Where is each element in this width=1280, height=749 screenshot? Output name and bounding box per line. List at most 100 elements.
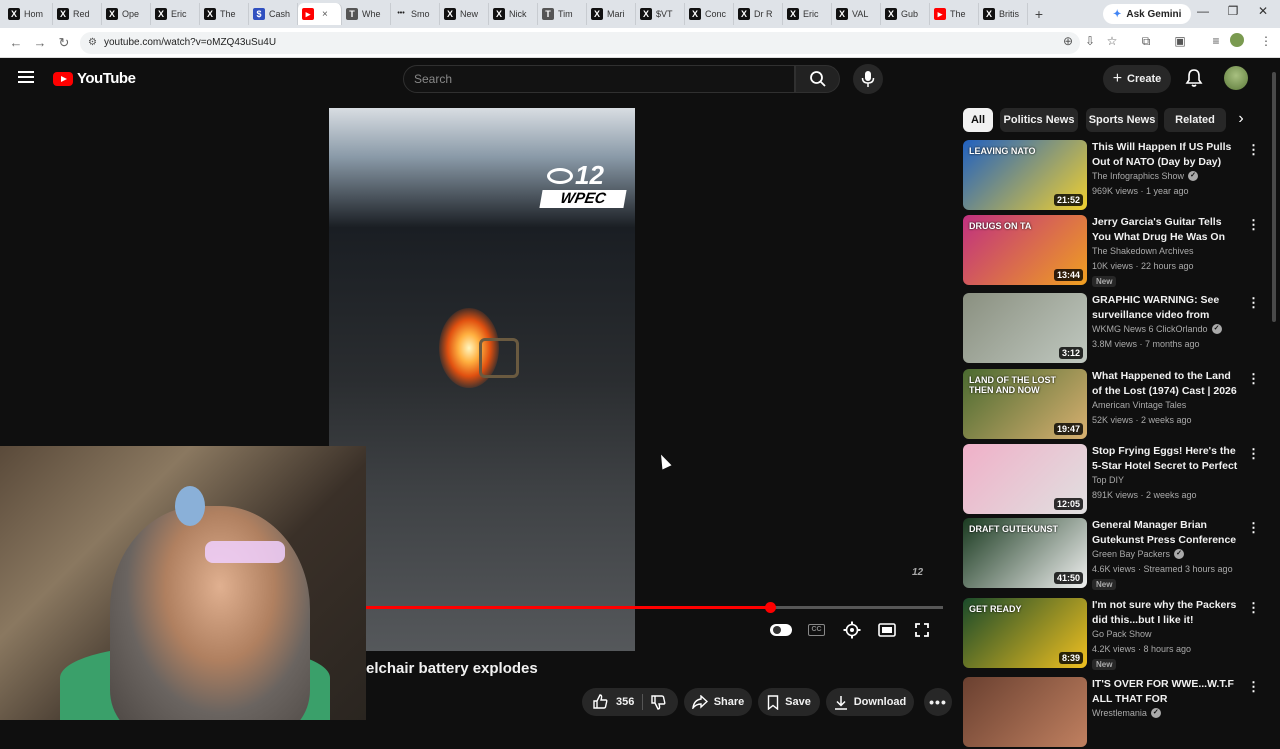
autoplay-toggle[interactable] <box>770 624 792 636</box>
recommendation-item[interactable]: LAND OF THE LOST THEN AND NOW 19:47 What H… <box>963 369 1263 441</box>
recommendation-item[interactable]: IT'S OVER FOR WWE...W.T.F ALL THAT FOR N… <box>963 677 1263 749</box>
video-thumbnail[interactable]: DRAFT GUTEKUNST 41:50 <box>963 518 1087 588</box>
more-vertical-icon[interactable]: ⋮ <box>1247 295 1260 311</box>
browser-menu-icon[interactable]: ⋮ <box>1256 34 1276 48</box>
browser-tab[interactable]: X $VT <box>636 3 685 25</box>
youtube-logo[interactable]: YouTube <box>53 70 136 87</box>
more-vertical-icon[interactable]: ⋮ <box>1247 679 1260 695</box>
channel-name[interactable]: The Infographics Show ✓ <box>1092 171 1199 181</box>
fullscreen-icon[interactable] <box>910 620 934 640</box>
browser-tab[interactable]: X Nick <box>489 3 538 25</box>
more-vertical-icon[interactable]: ⋮ <box>1247 142 1260 158</box>
browser-tab[interactable]: X Dr R <box>734 3 783 25</box>
video-thumbnail[interactable]: LAND OF THE LOST THEN AND NOW 19:47 <box>963 369 1087 439</box>
chip-politics-news[interactable]: Politics News <box>1000 108 1078 132</box>
browser-tab[interactable]: X Eric <box>151 3 200 25</box>
video-thumbnail[interactable] <box>963 677 1087 747</box>
bookmark-star-icon[interactable]: ☆ <box>1102 34 1122 48</box>
browser-tab[interactable]: T Tim <box>538 3 587 25</box>
video-progress-bar[interactable] <box>366 602 943 613</box>
video-thumbnail[interactable]: LEAVING NATO 21:52 <box>963 140 1087 210</box>
reload-icon[interactable]: ↻ <box>52 35 76 51</box>
channel-name[interactable]: Top DIY <box>1092 475 1124 485</box>
browser-tab[interactable]: X New <box>440 3 489 25</box>
channel-name[interactable]: Go Pack Show <box>1092 629 1152 639</box>
search-input[interactable]: Search <box>403 65 795 93</box>
profile-avatar-icon[interactable] <box>1230 33 1244 47</box>
browser-tab[interactable]: X Conc <box>685 3 734 25</box>
video-thumbnail[interactable]: 12:05 <box>963 444 1087 514</box>
restore-icon[interactable]: ❐ <box>1218 4 1248 18</box>
more-actions-button[interactable]: ••• <box>924 688 952 716</box>
more-vertical-icon[interactable]: ⋮ <box>1247 371 1260 387</box>
theater-mode-icon[interactable] <box>875 620 899 640</box>
dislike-button[interactable] <box>650 694 666 713</box>
video-thumbnail[interactable]: DRUGS ON TA 13:44 <box>963 215 1087 285</box>
account-avatar[interactable] <box>1224 66 1248 90</box>
browser-tab[interactable]: X Britis <box>979 3 1028 25</box>
browser-tab[interactable]: ••• Smo <box>391 3 440 25</box>
video-player[interactable]: 12 WPEC <box>329 108 635 651</box>
progress-scrubber[interactable] <box>764 602 776 613</box>
minimize-icon[interactable]: — <box>1188 4 1218 18</box>
chip-related[interactable]: Related <box>1164 108 1226 132</box>
channel-name[interactable]: WKMG News 6 ClickOrlando ✓ <box>1092 324 1222 334</box>
recommendation-item[interactable]: GET READY 8:39 I'm not sure why the Packer… <box>963 598 1263 670</box>
close-window-icon[interactable]: ✕ <box>1248 4 1278 18</box>
like-button[interactable]: 356 <box>592 694 634 710</box>
browser-tab[interactable]: X The <box>200 3 249 25</box>
channel-name[interactable]: Green Bay Packers ✓ <box>1092 549 1185 559</box>
channel-name[interactable]: American Vintage Tales <box>1092 400 1186 410</box>
browser-tab[interactable]: X Hom <box>4 3 53 25</box>
browser-tab[interactable]: X Red <box>53 3 102 25</box>
video-thumbnail[interactable]: 3:12 <box>963 293 1087 363</box>
page-scrollbar[interactable] <box>1271 60 1277 720</box>
browser-tab[interactable]: ▸ × <box>298 3 342 25</box>
chip-sports-news[interactable]: Sports News <box>1086 108 1158 132</box>
extensions-icon[interactable]: ⧉ <box>1136 34 1156 49</box>
close-tab-icon[interactable]: × <box>322 9 328 20</box>
share-button[interactable]: Share <box>684 688 752 716</box>
video-thumbnail[interactable]: GET READY 8:39 <box>963 598 1087 668</box>
recommendation-title[interactable]: Jerry Garcia's Guitar Tells You What Dru… <box>1092 215 1242 244</box>
recommendation-title[interactable]: I'm not sure why the Packers did this...… <box>1092 598 1242 627</box>
chip-all[interactable]: All <box>963 108 993 132</box>
zoom-icon[interactable]: ⊕ <box>1058 34 1078 48</box>
chevron-right-icon[interactable]: › <box>1226 110 1256 134</box>
recommendation-item[interactable]: LEAVING NATO 21:52 This Will Happen If US … <box>963 140 1263 212</box>
new-tab-button[interactable]: + <box>1028 6 1050 22</box>
browser-tab[interactable]: X Ope <box>102 3 151 25</box>
url-field[interactable]: ⚙ youtube.com/watch?v=oMZQ43uSu4U <box>80 32 1080 54</box>
browser-tab[interactable]: T Whe <box>342 3 391 25</box>
hamburger-menu-icon[interactable] <box>18 71 34 83</box>
forward-icon[interactable]: → <box>28 35 52 50</box>
recommendation-item[interactable]: 12:05 Stop Frying Eggs! Here's the 5-Star… <box>963 444 1263 516</box>
browser-tab[interactable]: $ Cash <box>249 3 298 25</box>
browser-tab[interactable]: X Gub <box>881 3 930 25</box>
recommendation-item[interactable]: 3:12 GRAPHIC WARNING: See surveillance vi… <box>963 293 1263 365</box>
ask-gemini-button[interactable]: ✦ Ask Gemini <box>1103 4 1192 24</box>
more-vertical-icon[interactable]: ⋮ <box>1247 446 1260 462</box>
install-icon[interactable]: ⇩ <box>1080 34 1100 48</box>
settings-gear-icon[interactable] <box>840 620 864 640</box>
side-panel-icon[interactable]: ▣ <box>1170 34 1190 48</box>
media-control-icon[interactable]: ≡ <box>1206 34 1226 48</box>
recommendation-title[interactable]: This Will Happen If US Pulls Out of NATO… <box>1092 140 1242 169</box>
recommendation-title[interactable]: IT'S OVER FOR WWE...W.T.F ALL THAT FOR N… <box>1092 677 1242 706</box>
more-vertical-icon[interactable]: ⋮ <box>1247 600 1260 616</box>
recommendation-title[interactable]: GRAPHIC WARNING: See surveillance video … <box>1092 293 1242 322</box>
more-vertical-icon[interactable]: ⋮ <box>1247 217 1260 233</box>
captions-icon[interactable]: CC <box>808 624 825 636</box>
back-icon[interactable]: ← <box>4 35 28 50</box>
channel-name[interactable]: Wrestlemania ✓ <box>1092 708 1161 718</box>
download-button[interactable]: Download <box>826 688 914 716</box>
browser-tab[interactable]: X Mari <box>587 3 636 25</box>
recommendation-title[interactable]: What Happened to the Land of the Lost (1… <box>1092 369 1242 398</box>
browser-tab[interactable]: ▸ The <box>930 3 979 25</box>
recommendation-title[interactable]: General Manager Brian Gutekunst Press Co… <box>1092 518 1242 547</box>
voice-search-button[interactable] <box>853 64 883 94</box>
save-button[interactable]: Save <box>758 688 820 716</box>
channel-name[interactable]: The Shakedown Archives <box>1092 246 1194 256</box>
recommendation-title[interactable]: Stop Frying Eggs! Here's the 5-Star Hote… <box>1092 444 1242 473</box>
create-button[interactable]: + Create <box>1103 65 1171 93</box>
